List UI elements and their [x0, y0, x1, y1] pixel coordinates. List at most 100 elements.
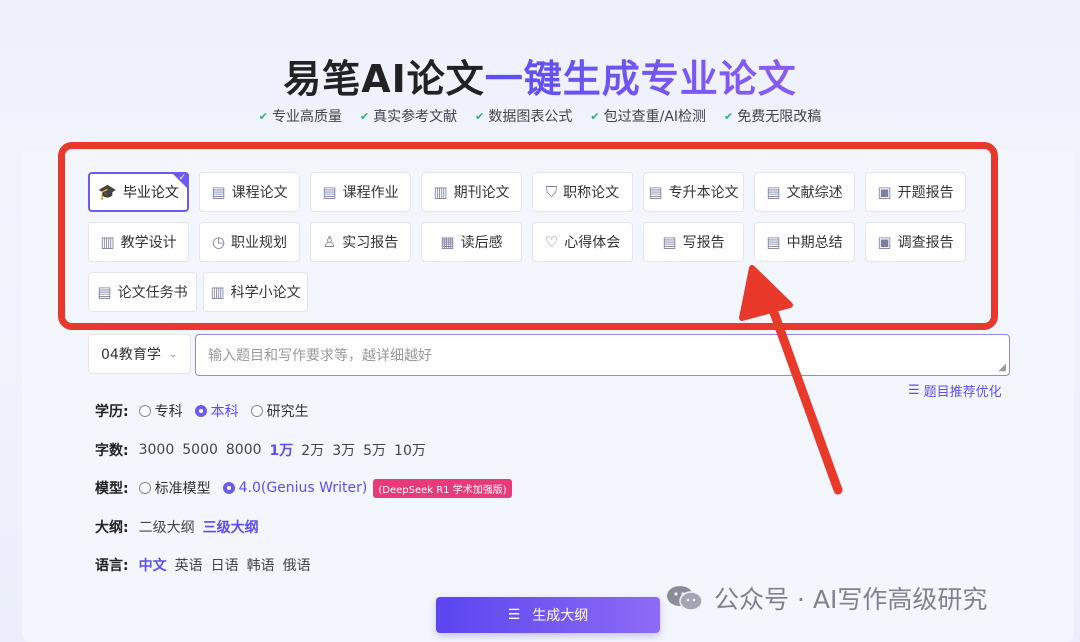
feature-item: ✔ 真实参考文献: [359, 109, 458, 125]
paper-type-8[interactable]: ▥ 教学设计: [88, 222, 189, 262]
paper-type-label: 课程作业: [342, 185, 399, 201]
generate-outline-button[interactable]: ☰ 生成大纲: [436, 597, 660, 633]
outline-row: 大纲: 二级大纲 三级大纲: [95, 517, 267, 537]
model-badge: (DeepSeek R1 学术加强版): [373, 478, 512, 498]
paper-type-label: 毕业论文: [122, 185, 179, 201]
subject-select[interactable]: 04教育学 ⌄: [88, 334, 191, 374]
paper-type-15[interactable]: ▣ 调查报告: [865, 222, 966, 262]
document-list-icon: ▤: [766, 183, 781, 201]
topic-input-placeholder: 输入题目和写作要求等，越详细越好: [208, 348, 432, 364]
language-label: 语言:: [95, 558, 129, 574]
radio-education-1[interactable]: 本科: [194, 401, 239, 421]
feature-list: ✔ 专业高质量 ✔ 真实参考文献 ✔ 数据图表公式 ✔ 包过查重/AI检测 ✔ 免费无限改…: [0, 106, 1080, 126]
radio-model-genius[interactable]: 4.0(Genius Writer): [222, 480, 367, 496]
clipboard-icon: ▤: [766, 233, 781, 251]
check-icon: ✔: [475, 109, 485, 123]
paper-type-12[interactable]: ♡ 心得体会: [532, 222, 633, 262]
title-slogan: 一键生成专业论文: [484, 57, 797, 101]
document-search-icon: ▤: [662, 233, 677, 251]
education-row: 学历: 专科 本科 研究生: [95, 401, 321, 421]
check-icon: ✔: [724, 109, 734, 123]
word-count-option[interactable]: 3万: [332, 440, 355, 460]
book-icon: ▥: [100, 233, 115, 251]
word-count-option[interactable]: 5万: [363, 440, 386, 460]
radio-model-standard[interactable]: 标准模型: [138, 478, 211, 498]
word-count-option[interactable]: 3000: [139, 442, 175, 458]
radio-education-0[interactable]: 专科: [138, 401, 183, 421]
word-count-option[interactable]: 5000: [182, 442, 218, 458]
book-icon: ▥: [210, 283, 225, 301]
page-title: 易笔AI论文一键生成专业论文: [0, 48, 1080, 103]
outline-option[interactable]: 三级大纲: [203, 517, 259, 537]
title-brand: 易笔AI论文: [283, 57, 485, 101]
radio-education-2[interactable]: 研究生: [250, 401, 309, 421]
outline-option[interactable]: 二级大纲: [139, 517, 195, 537]
list-icon: ☰: [507, 607, 521, 623]
paper-type-4[interactable]: ⛉ 职称论文: [532, 172, 633, 212]
paper-type-0[interactable]: 🎓 毕业论文 ✓: [88, 172, 189, 212]
feature-item: ✔ 专业高质量: [258, 109, 342, 125]
paper-type-5[interactable]: ▤ 专升本论文: [643, 172, 744, 212]
topic-recommend-link[interactable]: ☰ 题目推荐优化: [908, 381, 1002, 400]
paper-type-14[interactable]: ▤ 中期总结: [754, 222, 855, 262]
paper-type-13[interactable]: ▤ 写报告: [643, 222, 744, 262]
list-icon: ☰: [908, 383, 920, 398]
word-count-option[interactable]: 2万: [301, 440, 324, 460]
language-option[interactable]: 俄语: [283, 555, 311, 575]
model-label: 模型:: [95, 481, 129, 497]
watermark: 公众号 · AI写作高级研究: [666, 580, 987, 616]
paper-type-11[interactable]: ▦ 读后感: [421, 222, 522, 262]
paper-type-1[interactable]: ▤ 课程论文: [199, 172, 300, 212]
language-option[interactable]: 日语: [211, 555, 239, 575]
word-count-option[interactable]: 1万: [270, 440, 294, 460]
paper-type-9[interactable]: ◷ 职业规划: [199, 222, 300, 262]
paper-type-7[interactable]: ▣ 开题报告: [865, 172, 966, 212]
document-edit-icon: ▤: [648, 183, 663, 201]
language-option[interactable]: 中文: [139, 555, 167, 575]
document-icon: ▤: [211, 183, 226, 201]
language-option[interactable]: 韩语: [247, 555, 275, 575]
user-icon: ♙: [322, 233, 337, 251]
calendar-icon: ▦: [440, 233, 455, 251]
feature-item: ✔ 包过查重/AI检测: [590, 109, 707, 125]
paper-type-label: 职称论文: [563, 185, 620, 201]
topic-input[interactable]: 输入题目和写作要求等，越详细越好 ◢: [195, 334, 1010, 376]
check-icon: ✔: [590, 109, 600, 123]
graduation-cap-icon: 🎓: [98, 183, 117, 201]
wechat-icon: [667, 586, 703, 611]
paper-type-label: 调查报告: [897, 235, 954, 251]
paper-type-2[interactable]: ▤ 课程作业: [310, 172, 411, 212]
paper-type-label: 文献综述: [786, 185, 843, 201]
feature-item: ✔ 免费无限改稿: [724, 109, 822, 125]
resize-handle-icon[interactable]: ◢: [998, 362, 1006, 373]
shield-icon: ⛉: [545, 183, 558, 201]
paper-type-label: 期刊论文: [453, 185, 510, 201]
clock-icon: ◷: [211, 233, 226, 251]
document-search-icon: ▤: [322, 183, 337, 201]
heart-icon: ♡: [544, 233, 559, 251]
paper-type-label: 实习报告: [342, 235, 399, 251]
word-count-option[interactable]: 8000: [226, 442, 262, 458]
report-icon: ▣: [877, 183, 892, 201]
feature-item: ✔ 数据图表公式: [475, 109, 573, 125]
report-icon: ▣: [877, 233, 892, 251]
model-row: 模型: 标准模型 4.0(Genius Writer) (DeepSeek R1…: [95, 478, 512, 498]
word-count-option[interactable]: 10万: [394, 440, 426, 460]
paper-type-10[interactable]: ♙ 实习报告: [310, 222, 411, 262]
paper-type-label: 开题报告: [897, 185, 954, 201]
language-row: 语言: 中文 英语 日语 韩语 俄语: [95, 555, 319, 575]
paper-type-3[interactable]: ▥ 期刊论文: [421, 172, 522, 212]
paper-type-label: 教学设计: [120, 235, 177, 251]
paper-type-6[interactable]: ▤ 文献综述: [754, 172, 855, 212]
chevron-down-icon: ⌄: [168, 348, 178, 360]
paper-type-label: 职业规划: [231, 235, 288, 251]
check-icon: ✔: [258, 109, 268, 123]
paper-type-label: 课程论文: [231, 185, 288, 201]
language-option[interactable]: 英语: [175, 555, 203, 575]
paper-type-16[interactable]: ▤ 论文任务书: [88, 272, 197, 312]
selected-check-icon: ✓: [178, 173, 186, 183]
paper-type-label: 读后感: [460, 235, 503, 251]
education-label: 学历:: [95, 404, 129, 420]
subject-select-value: 04教育学: [101, 347, 161, 363]
paper-type-17[interactable]: ▥ 科学小论文: [203, 272, 308, 312]
